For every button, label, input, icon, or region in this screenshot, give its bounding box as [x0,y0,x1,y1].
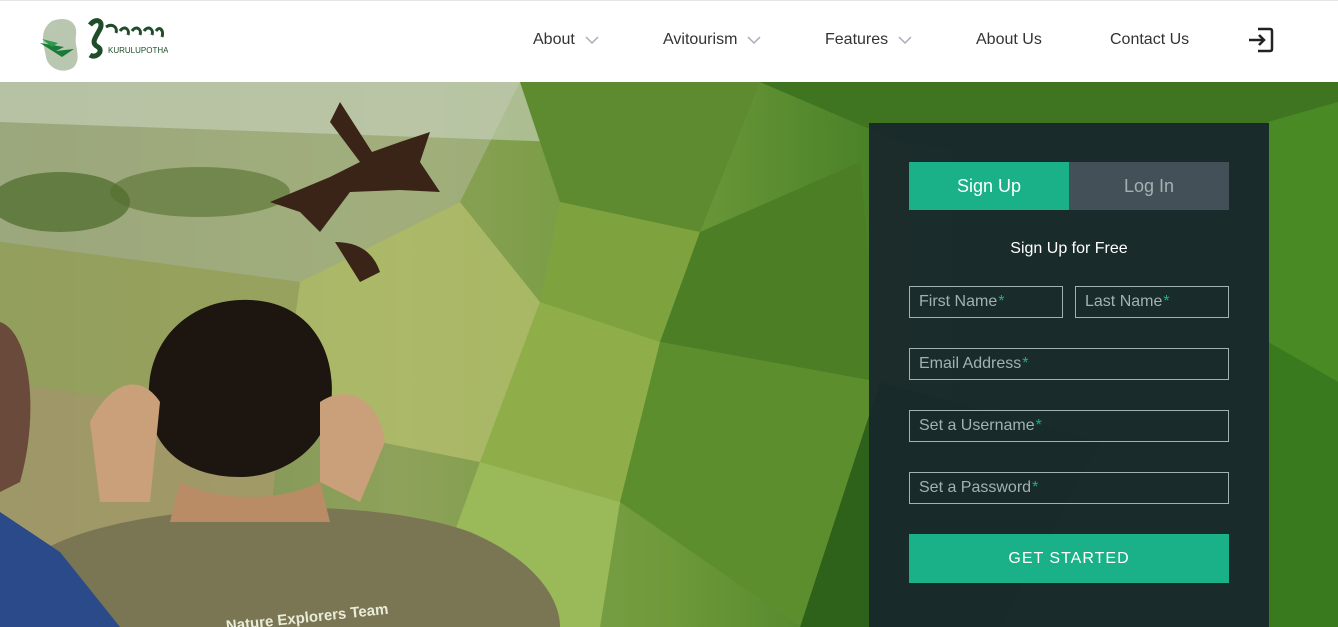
form-title: Sign Up for Free [1010,240,1128,257]
required-mark: * [1022,355,1029,372]
auth-tabs: Sign Up Log In [909,162,1229,210]
get-started-button[interactable]: GET STARTED [909,534,1229,583]
tab-log-in[interactable]: Log In [1069,162,1229,210]
nav-item-label: Features [825,31,889,48]
nav-item-label: Contact Us [1110,31,1190,48]
nav-item-about-us[interactable]: About Us [976,31,1042,49]
chevron-down-icon [898,36,912,45]
nav-item-label: About Us [976,31,1042,48]
nav-item-features[interactable]: Features [825,31,912,49]
top-navigation-bar: KURULUPOTHA About Avitourism Features Ab… [0,0,1338,82]
chevron-down-icon [585,36,599,45]
main-nav: About Avitourism Features About Us Conta… [0,1,1338,83]
password-placeholder: Set a Password [919,479,1032,496]
required-mark: * [1163,293,1170,310]
username-placeholder: Set a Username [919,417,1035,434]
nav-item-label: About [533,31,575,48]
required-mark: * [998,293,1005,310]
email-field[interactable]: Email Address * [909,348,1229,380]
username-field[interactable]: Set a Username * [909,410,1229,442]
last-name-placeholder: Last Name [1085,293,1163,310]
email-placeholder: Email Address [919,355,1022,372]
first-name-placeholder: First Name [919,293,998,310]
nav-item-avitourism[interactable]: Avitourism [663,31,761,49]
nav-item-label: Avitourism [663,31,738,48]
required-mark: * [1032,479,1039,496]
signup-panel: Sign Up Log In Sign Up for Free First Na… [869,123,1269,627]
chevron-down-icon [747,36,761,45]
nav-item-about[interactable]: About [533,31,599,49]
sign-in-icon[interactable] [1246,25,1276,55]
last-name-field[interactable]: Last Name * [1075,286,1229,318]
password-field[interactable]: Set a Password * [909,472,1229,504]
nav-item-contact-us[interactable]: Contact Us [1110,31,1189,49]
required-mark: * [1035,417,1042,434]
first-name-field[interactable]: First Name * [909,286,1063,318]
tab-sign-up[interactable]: Sign Up [909,162,1069,210]
